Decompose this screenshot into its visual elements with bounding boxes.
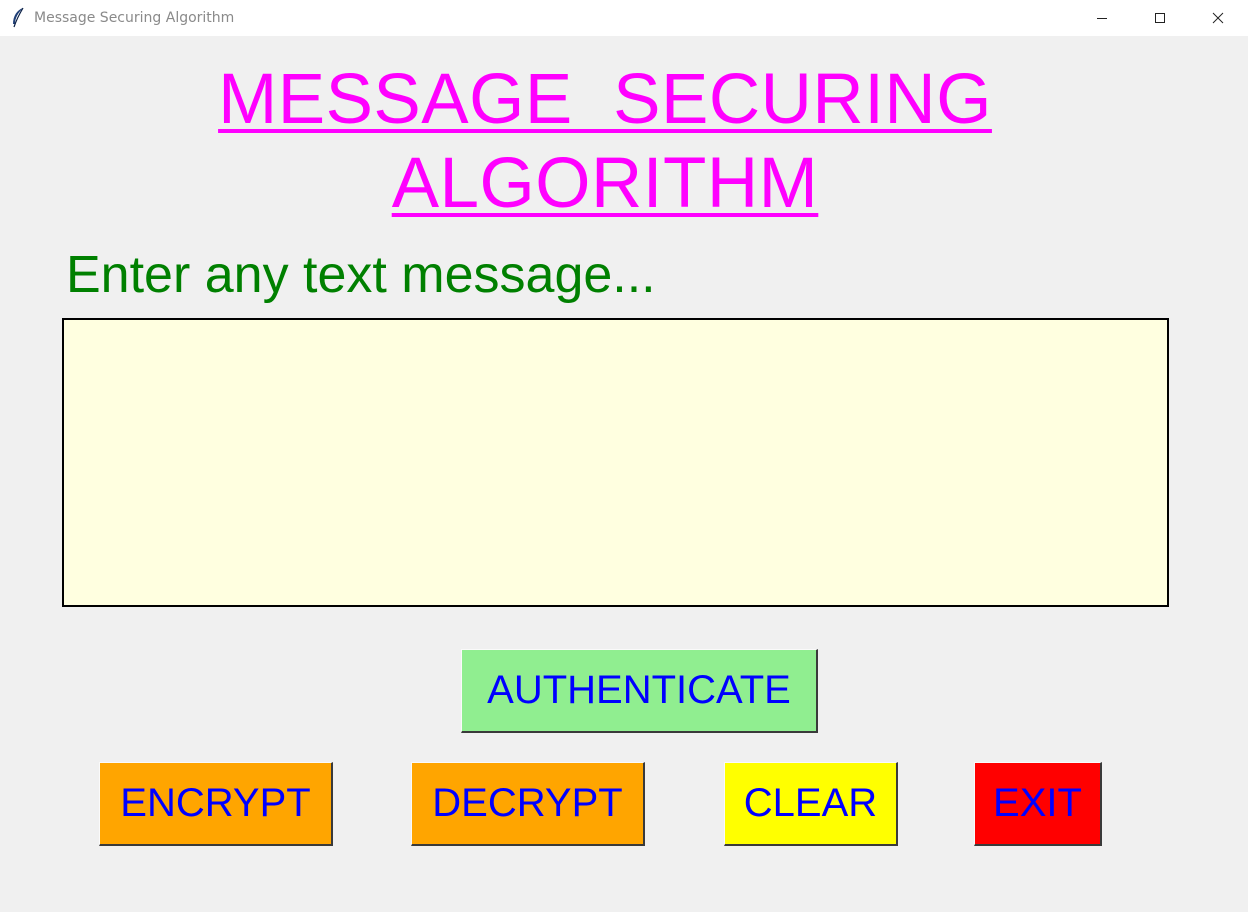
clear-button[interactable]: CLEAR [724,762,898,846]
maximize-button[interactable] [1131,0,1189,36]
encrypt-button[interactable]: ENCRYPT [99,762,333,846]
page-title-line-2: ALGORITHM [391,144,819,223]
close-icon [1212,12,1224,24]
decrypt-button[interactable]: DECRYPT [411,762,645,846]
window-title: Message Securing Algorithm [34,10,235,26]
close-button[interactable] [1189,0,1247,36]
minimize-icon [1097,18,1107,19]
authenticate-button[interactable]: AUTHENTICATE [461,649,818,733]
feather-icon [13,7,24,28]
maximize-icon [1155,13,1165,23]
message-input[interactable] [62,318,1169,607]
title-bar: Message Securing Algorithm [0,0,1248,36]
page-title: MESSAGE SECURING ALGORITHM [0,58,1210,226]
minimize-button[interactable] [1073,0,1131,36]
page-title-line-1: MESSAGE SECURING [218,60,992,139]
exit-button[interactable]: EXIT [974,762,1102,846]
message-prompt-label: Enter any text message... [66,246,656,304]
